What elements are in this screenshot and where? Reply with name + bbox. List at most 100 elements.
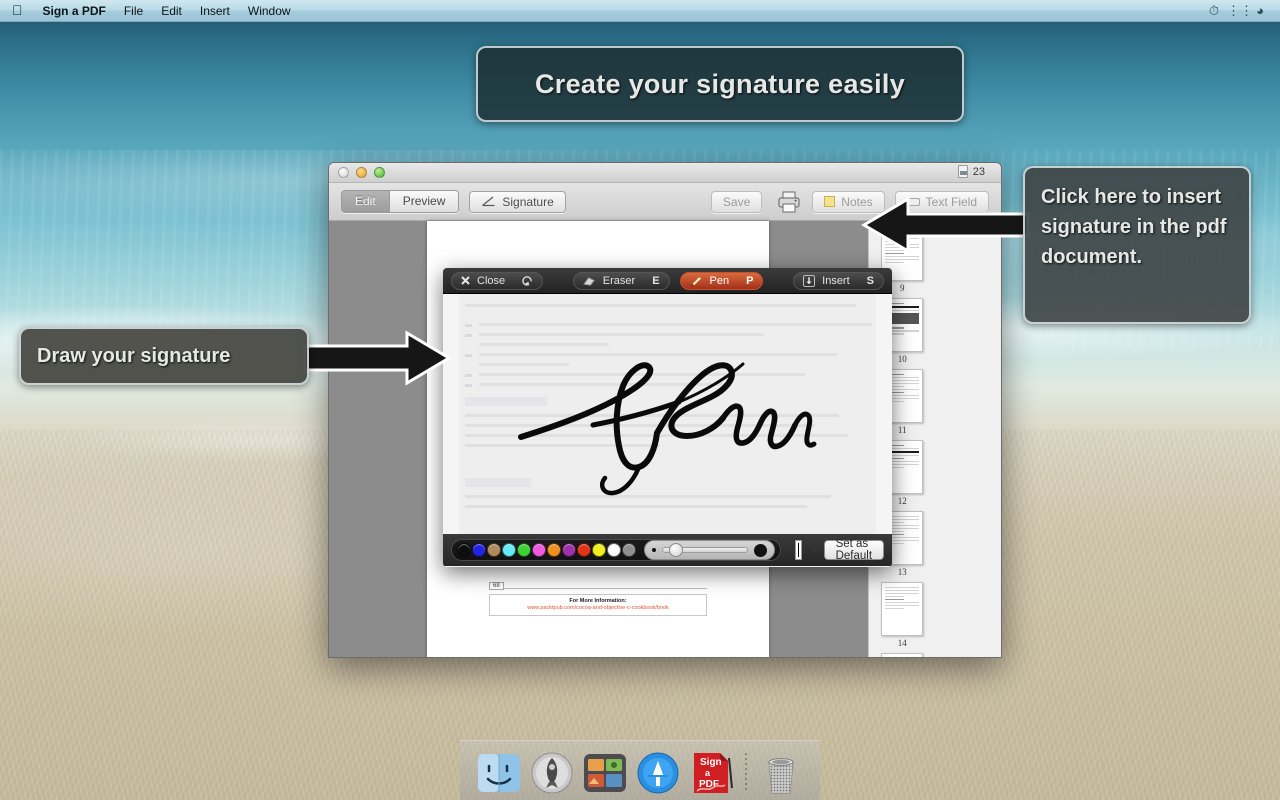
apple-icon[interactable]: 	[0, 3, 34, 17]
set-as-default-button[interactable]: Set as Default	[823, 538, 884, 562]
pen-tool-button[interactable]: Pen P	[679, 271, 764, 290]
small-brush-icon	[652, 548, 656, 552]
window-title-bar[interactable]: 23	[329, 163, 1001, 183]
stamp-tool-icon[interactable]	[814, 540, 816, 560]
current-color-well[interactable]	[795, 540, 803, 560]
menu-item-edit[interactable]: Edit	[152, 2, 191, 20]
insert-signature-button[interactable]: Insert S	[793, 271, 884, 290]
eraser-label: Eraser	[602, 274, 636, 287]
brush-slider-track[interactable]	[662, 543, 748, 557]
window-body: 68 For More Information: www.packtpub.co…	[329, 221, 1001, 657]
color-swatch-white[interactable]	[607, 543, 621, 557]
note-icon	[824, 196, 836, 207]
handwritten-signature	[518, 362, 817, 496]
insert-download-icon	[803, 274, 816, 287]
color-swatch-yellow[interactable]	[592, 543, 606, 557]
save-button[interactable]: Save	[710, 190, 763, 213]
insert-signature-callout: Click here to insert signature in the pd…	[1023, 166, 1251, 324]
undo-icon[interactable]	[522, 275, 533, 286]
mode-segmented-control: Edit Preview	[341, 190, 460, 213]
menu-bar-status-area: ⏱ ⋮⋮ ◕	[1204, 3, 1280, 19]
insert-label: Insert	[822, 274, 850, 287]
thumbnail-number: 9	[899, 283, 905, 293]
eraser-tool-button[interactable]: Eraser E	[572, 271, 670, 290]
menu-bar:  Sign a PDF File Edit Insert Window ⏱ ⋮…	[0, 0, 1280, 22]
thumbnail-preview	[881, 653, 924, 657]
dock: Sign a PDF	[460, 740, 820, 800]
color-swatch-tan[interactable]	[487, 543, 501, 557]
tab-preview[interactable]: Preview	[388, 191, 459, 212]
minimize-window-button[interactable]	[356, 167, 367, 178]
pen-label: Pen	[709, 274, 730, 287]
thumbnail-preview	[881, 582, 924, 636]
insert-shortcut: S	[866, 274, 874, 287]
menu-item-file[interactable]: File	[115, 2, 152, 20]
insert-signature-text: Click here to insert signature in the pd…	[1041, 186, 1227, 268]
menu-item-app-name[interactable]: Sign a PDF	[34, 2, 115, 20]
brush-size-slider[interactable]	[644, 540, 775, 560]
headline-callout: Create your signature easily	[476, 46, 964, 122]
color-swatch-magenta[interactable]	[532, 543, 546, 557]
pen-shortcut: P	[746, 274, 754, 287]
page-number-label: 68	[489, 582, 504, 590]
color-swatch-black[interactable]	[457, 543, 471, 557]
dock-separator	[745, 753, 747, 793]
printer-icon	[778, 191, 800, 212]
print-button[interactable]	[776, 190, 802, 214]
signature-editor-toolbar: Close Eraser E Pen P Insert S	[443, 268, 892, 294]
window-controls	[329, 167, 385, 178]
page-count-value: 23	[972, 165, 985, 178]
thumbnail-number: 12	[897, 496, 907, 506]
color-swatch-cyan[interactable]	[502, 543, 516, 557]
close-label: Close	[477, 274, 506, 287]
wifi-icon[interactable]: ◕	[1250, 3, 1270, 18]
footer-heading: For More Information:	[569, 598, 627, 604]
brush-slider-knob[interactable]	[669, 543, 683, 557]
footer-info-card: For More Information: www.packtpub.com/c…	[489, 594, 707, 616]
thumbnail-page-14[interactable]: 14	[869, 582, 935, 648]
close-window-button[interactable]	[338, 167, 349, 178]
color-swatch-orange[interactable]	[547, 543, 561, 557]
close-x-icon	[461, 276, 470, 285]
color-swatch-gray[interactable]	[622, 543, 636, 557]
color-swatch-green[interactable]	[517, 543, 531, 557]
tab-edit[interactable]: Edit	[342, 191, 389, 212]
sign-a-pdf-icon[interactable]: Sign a PDF	[688, 750, 734, 796]
time-machine-icon[interactable]: ⏱	[1204, 3, 1224, 19]
signature-editor-panel: Close Eraser E Pen P Insert S Set as Def…	[443, 268, 892, 567]
thumbnail-number: 11	[897, 425, 907, 435]
arrow-pointing-to-insert-icon	[861, 196, 1030, 254]
eraser-icon	[583, 276, 595, 286]
iphoto-icon[interactable]	[582, 750, 628, 796]
color-swatch-palette	[451, 539, 781, 561]
signature-button[interactable]: Signature	[469, 190, 566, 213]
close-signature-editor-button[interactable]: Close	[451, 271, 544, 290]
signature-tools-bar: Set as Default	[443, 534, 892, 566]
launchpad-icon[interactable]	[529, 750, 575, 796]
arrow-pointing-to-canvas-icon	[303, 330, 452, 386]
color-swatch-purple[interactable]	[562, 543, 576, 557]
menu-item-insert[interactable]: Insert	[191, 2, 239, 20]
app-store-icon[interactable]	[635, 750, 681, 796]
trash-icon[interactable]	[758, 750, 804, 796]
large-brush-icon	[754, 543, 767, 557]
page-count-indicator: 23	[957, 165, 985, 178]
save-button-label: Save	[722, 194, 751, 209]
finder-icon[interactable]	[476, 750, 522, 796]
pdf-page-footer: 68 For More Information: www.packtpub.co…	[489, 582, 707, 616]
bluetooth-icon[interactable]: ⋮⋮	[1227, 3, 1253, 19]
headline-text: Create your signature easily	[534, 68, 906, 99]
footer-url[interactable]: www.packtpub.com/cocoa-and-objective-c-c…	[492, 605, 704, 611]
signature-drawing-canvas[interactable]	[443, 294, 892, 534]
document-icon	[957, 165, 968, 178]
color-swatch-red[interactable]	[577, 543, 591, 557]
pen-icon	[690, 275, 702, 286]
svg-text:Sign: Sign	[700, 757, 722, 768]
eraser-shortcut: E	[652, 274, 660, 287]
thumbnail-page-15[interactable]: 15	[869, 653, 935, 657]
menu-item-window[interactable]: Window	[239, 2, 300, 20]
footer-rule: 68	[489, 582, 707, 590]
color-swatch-blue[interactable]	[472, 543, 486, 557]
pdf-canvas-area[interactable]: 68 For More Information: www.packtpub.co…	[329, 221, 892, 657]
maximize-window-button[interactable]	[374, 167, 385, 178]
